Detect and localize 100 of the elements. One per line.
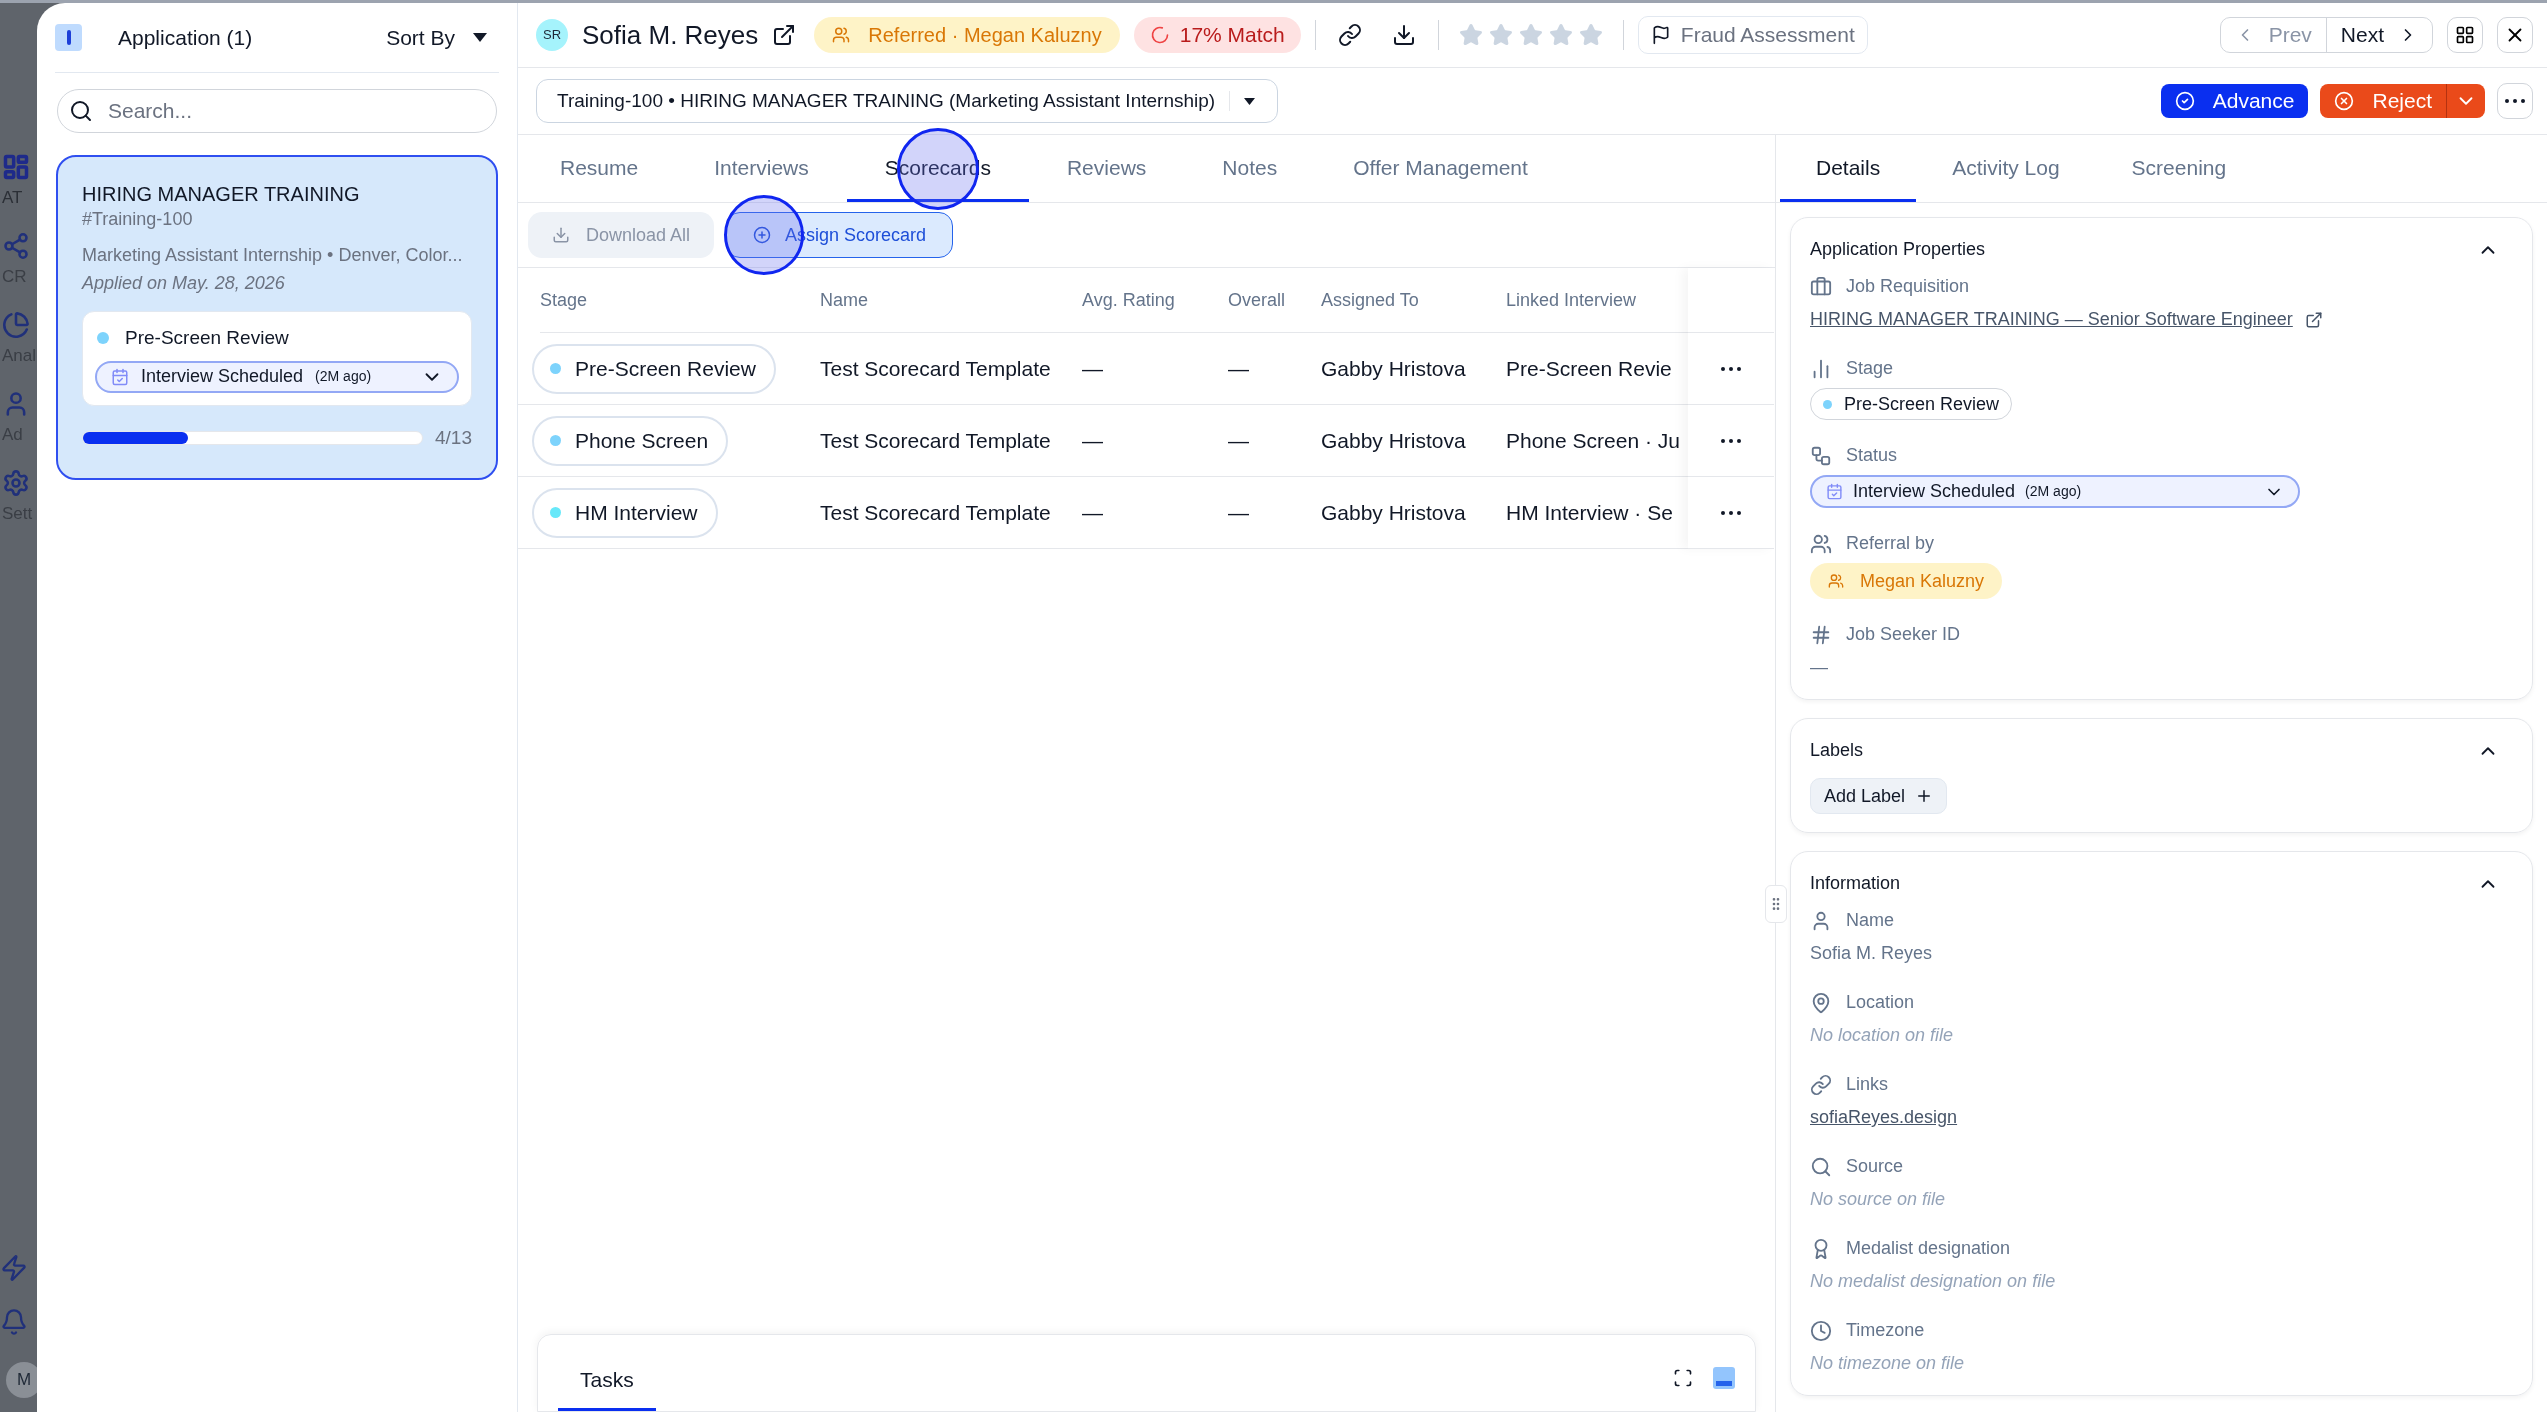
column-header: Avg. Rating — [1082, 288, 1176, 312]
field-icon — [1810, 991, 1832, 1014]
column-header: Name — [820, 288, 869, 312]
link-icon[interactable] — [1337, 23, 1362, 47]
next-button[interactable]: Next — [2326, 18, 2432, 52]
application-card[interactable]: HIRING MANAGER TRAINING #Training-100 Marketing Assistant Internship • Denver, Color... Applied on May. 28, 2026 Pre-Screen Review Interview Scheduled (2M ago) 4/13 — [56, 155, 498, 480]
field-label: Name — [1846, 909, 1894, 932]
field-label: Location — [1846, 991, 1915, 1014]
field-label: Links — [1846, 1073, 1889, 1096]
field-icon — [1810, 1073, 1832, 1096]
star-icon[interactable] — [1578, 23, 1603, 47]
referral-badge: Megan Kaluzny — [1810, 563, 2003, 599]
status-dropdown[interactable]: Interview Scheduled (2M ago) — [95, 360, 459, 393]
star-icon[interactable] — [1548, 23, 1573, 47]
field-icon — [1810, 444, 1832, 467]
expand-icon[interactable] — [1673, 1368, 1693, 1388]
field-icon — [1810, 275, 1832, 298]
search-field[interactable]: Search... — [57, 89, 497, 133]
panel-title: Application (1) — [118, 24, 253, 51]
tab[interactable]: Notes — [1184, 136, 1316, 202]
requisition-link[interactable]: HIRING MANAGER TRAINING — Senior Software Engineer — [1810, 306, 2293, 333]
table-cell-text: Test Scorecard Template — [820, 499, 1052, 526]
resize-handle[interactable] — [1765, 885, 1787, 923]
column-header: Stage — [540, 288, 589, 312]
progress-ring-icon — [1149, 25, 1170, 45]
match-badge: 17% Match — [1133, 17, 1301, 53]
x-circle-icon — [2334, 91, 2355, 111]
field-icon — [1810, 623, 1832, 646]
star-icon[interactable] — [1518, 23, 1543, 47]
download-icon — [552, 226, 570, 244]
stage-label: Pre-Screen Review — [575, 355, 756, 382]
field-label: Job Seeker ID — [1846, 623, 1961, 646]
job-selector[interactable]: Training-100 • HIRING MANAGER TRAINING (Marketing Assistant Internship) — [536, 79, 1279, 123]
field-label: Medalist designation — [1846, 1237, 2011, 1260]
tab[interactable]: Tasks — [558, 1351, 656, 1411]
tab[interactable]: Interviews — [676, 136, 847, 202]
candidate-name: Sofia M. Reyes — [582, 18, 759, 52]
external-link-icon[interactable] — [772, 23, 797, 47]
table-cell-text: Phone Screen · Ju — [1506, 427, 1681, 454]
table-cell-text: HM Interview · Se — [1506, 499, 1674, 526]
sort-dropdown[interactable]: Sort By — [386, 21, 487, 54]
more-icon[interactable] — [1721, 366, 1741, 371]
tab[interactable]: Resume — [522, 136, 677, 202]
add-label-button[interactable]: Add Label — [1810, 778, 1948, 814]
referral-badge: Referred · Megan Kaluzny — [814, 17, 1120, 53]
tab[interactable]: Reviews — [1028, 136, 1185, 202]
section-title: Labels — [1810, 739, 1864, 762]
more-icon[interactable] — [1721, 438, 1741, 443]
more-icon[interactable] — [1721, 510, 1741, 515]
fraud-assessment-button[interactable]: Fraud Assessment — [1637, 16, 1868, 54]
field-icon — [1810, 532, 1832, 555]
field-label: Referral by — [1846, 532, 1935, 555]
field-value: No medalist designation on file — [1810, 1271, 2056, 1291]
field-icon — [1810, 1319, 1832, 1342]
applied-date: Applied on May. 28, 2026 — [82, 272, 286, 295]
card-subtitle: Marketing Assistant Internship • Denver, Color... — [82, 244, 464, 267]
users-icon — [832, 26, 851, 44]
table-cell-text: Gabby Hristova — [1321, 499, 1467, 526]
calendar-check-icon — [1826, 483, 1843, 500]
search-icon — [69, 99, 93, 123]
profile-link[interactable]: sofiaReyes.design — [1810, 1107, 1958, 1127]
more-button[interactable] — [2497, 83, 2533, 119]
table-cell-text: — — [1082, 427, 1104, 454]
star-icon[interactable] — [1488, 23, 1513, 47]
sidebar-toggle-icon[interactable] — [55, 24, 82, 51]
external-link-icon[interactable] — [2304, 310, 2323, 329]
field-icon — [1810, 1155, 1832, 1178]
star-rating[interactable] — [1458, 23, 1603, 47]
tab[interactable]: Offer Management — [1315, 136, 1566, 202]
minimize-icon[interactable] — [1713, 1367, 1735, 1389]
caret-icon — [473, 33, 487, 42]
field-label: Timezone — [1846, 1319, 1925, 1342]
plus-circle-icon — [753, 226, 772, 244]
table-cell-text: Pre-Screen Revie — [1506, 355, 1673, 382]
candidate-avatar: SR — [536, 19, 568, 51]
more-icon[interactable] — [2505, 99, 2525, 103]
stage-label: Phone Screen — [575, 427, 709, 454]
table-cell-text: — — [1082, 499, 1104, 526]
tab[interactable]: Activity Log — [1916, 136, 2096, 202]
download-icon[interactable] — [1391, 23, 1416, 47]
layout-button[interactable] — [2447, 17, 2483, 53]
field-label: Job Requisition — [1846, 275, 1970, 298]
field-value: No source on file — [1810, 1189, 1946, 1209]
caret-icon — [1244, 97, 1256, 105]
progress-count: 4/13 — [435, 425, 472, 450]
tab[interactable]: Details — [1780, 136, 1917, 202]
status-dropdown[interactable]: Interview Scheduled (2M ago) — [1810, 475, 2300, 508]
users-icon — [1828, 573, 1844, 589]
stage-label: HM Interview — [575, 499, 698, 526]
field-label: Stage — [1846, 357, 1894, 380]
column-header: Assigned To — [1321, 288, 1420, 312]
field-label: Source — [1846, 1155, 1904, 1178]
close-button[interactable] — [2497, 17, 2533, 53]
status-age: (2M ago) — [315, 367, 372, 386]
status-label: Interview Scheduled — [141, 365, 304, 388]
star-icon[interactable] — [1458, 23, 1483, 47]
advance-button[interactable]: Advance — [2160, 84, 2309, 118]
tab[interactable]: Screening — [2095, 136, 2263, 202]
user-avatar[interactable]: M — [6, 1362, 37, 1398]
table-cell-text: — — [1082, 355, 1104, 382]
